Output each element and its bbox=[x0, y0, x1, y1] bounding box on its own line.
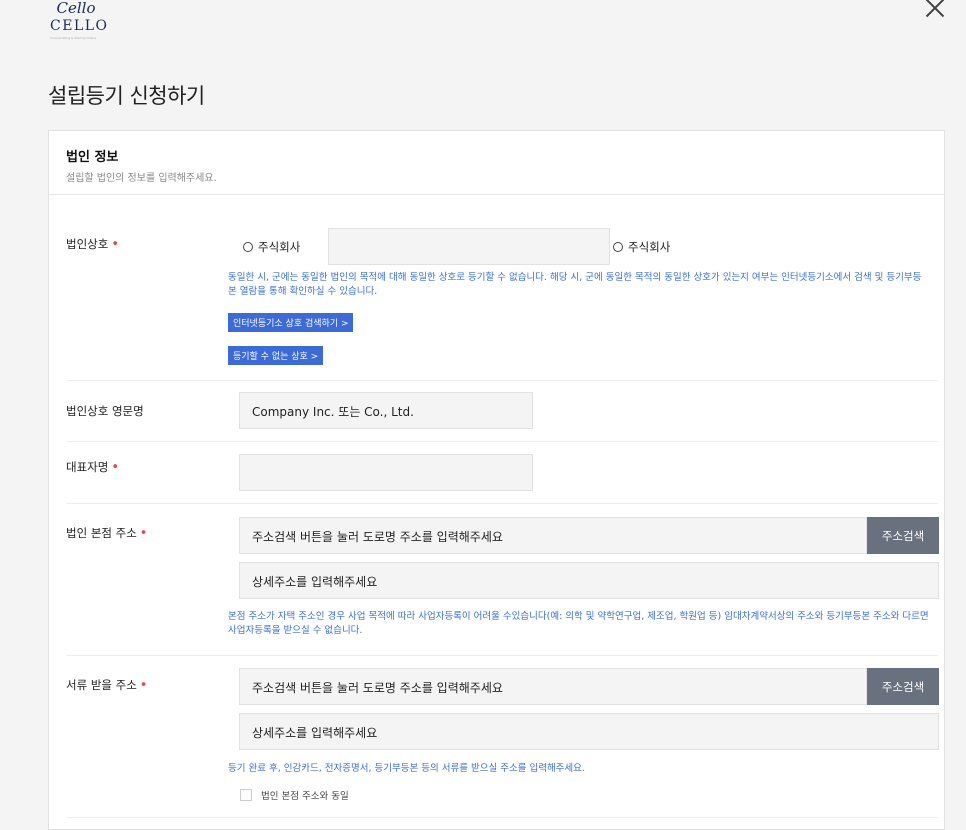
required-mark: • bbox=[139, 526, 148, 541]
required-mark: • bbox=[111, 237, 119, 252]
hq-address-search-button[interactable]: 주소검색 bbox=[867, 517, 939, 554]
same-as-hq-checkbox[interactable]: 법인 본점 주소와 동일 bbox=[240, 788, 349, 802]
representative-row: 대표자명 • bbox=[66, 442, 938, 504]
english-name-label: 법인상호 영문명 bbox=[66, 404, 144, 418]
company-name-row: 법인상호 • 주식회사 주식회사 동일한 시, 군에는 동일한 법인의 목적에 대… bbox=[66, 228, 938, 381]
required-mark: • bbox=[139, 678, 148, 693]
registry-search-button[interactable]: 인터넷등기소 상호 검색하기 > bbox=[228, 313, 354, 332]
doc-address-input[interactable]: 주소검색 버튼을 눌러 도로명 주소를 입력해주세요 bbox=[239, 668, 867, 705]
hq-address-row: 법인 본점 주소 • 주소검색 버튼을 눌러 도로명 주소를 입력해주세요 주소검… bbox=[66, 504, 939, 656]
cello-logo[interactable]: Cello CELLO Incorporating & Startup Onli… bbox=[50, 0, 120, 40]
doc-address-row: 서류 받을 주소 • 주소검색 버튼을 눌러 도로명 주소를 입력해주세요 주소검… bbox=[66, 656, 939, 818]
representative-label: 대표자명 • bbox=[66, 460, 119, 475]
header: Cello CELLO Incorporating & Startup Onli… bbox=[0, 0, 966, 60]
hq-address-note: 본점 주소가 자택 주소인 경우 사업 목적에 따라 사업자등록이 어려울 수있… bbox=[228, 611, 929, 636]
company-name-note: 동일한 시, 군에는 동일한 법인의 목적에 대해 동일한 상호로 등기할 수 … bbox=[228, 272, 922, 297]
section-subtitle: 설립할 법인의 정보를 입력해주세요. bbox=[66, 173, 217, 184]
radio-icon bbox=[613, 242, 623, 252]
logo-tagline: Incorporating & Startup Online bbox=[50, 36, 97, 40]
radio-suffix-company[interactable]: 주식회사 bbox=[613, 239, 670, 255]
page-title: 설립등기 신청하기 bbox=[48, 84, 205, 108]
forbidden-names-button[interactable]: 등기할 수 없는 상호 > bbox=[228, 346, 324, 365]
close-icon[interactable] bbox=[922, 0, 948, 22]
doc-address-note: 등기 완료 후, 인감카드, 전자증명서, 등기부등본 등의 서류를 받으실 주… bbox=[228, 763, 585, 774]
logo-script: Cello bbox=[56, 0, 96, 17]
english-name-input[interactable]: Company Inc. 또는 Co., Ltd. bbox=[239, 392, 533, 429]
doc-address-label: 서류 받을 주소 • bbox=[66, 678, 148, 693]
checkbox-icon bbox=[240, 789, 252, 801]
corporate-info-card: 법인 정보 설립할 법인의 정보를 입력해주세요. 법인상호 • 주식회사 주식회… bbox=[48, 130, 945, 830]
section-header: 법인 정보 설립할 법인의 정보를 입력해주세요. bbox=[49, 131, 944, 195]
section-title: 법인 정보 bbox=[66, 150, 119, 165]
representative-input[interactable] bbox=[239, 454, 533, 491]
doc-address-search-button[interactable]: 주소검색 bbox=[867, 668, 939, 705]
company-name-label: 법인상호 • bbox=[66, 237, 119, 252]
english-name-row: 법인상호 영문명 Company Inc. 또는 Co., Ltd. bbox=[66, 381, 938, 442]
hq-address-label: 법인 본점 주소 • bbox=[66, 526, 148, 541]
company-name-input[interactable] bbox=[328, 228, 610, 265]
hq-address-input[interactable]: 주소검색 버튼을 눌러 도로명 주소를 입력해주세요 bbox=[239, 517, 867, 554]
radio-icon bbox=[243, 242, 253, 252]
hq-detail-address-input[interactable]: 상세주소를 입력해주세요 bbox=[239, 562, 939, 599]
doc-detail-address-input[interactable]: 상세주소를 입력해주세요 bbox=[239, 713, 939, 750]
required-mark: • bbox=[111, 460, 119, 475]
radio-prefix-company[interactable]: 주식회사 bbox=[243, 239, 300, 255]
logo-wordmark: CELLO bbox=[50, 18, 109, 34]
